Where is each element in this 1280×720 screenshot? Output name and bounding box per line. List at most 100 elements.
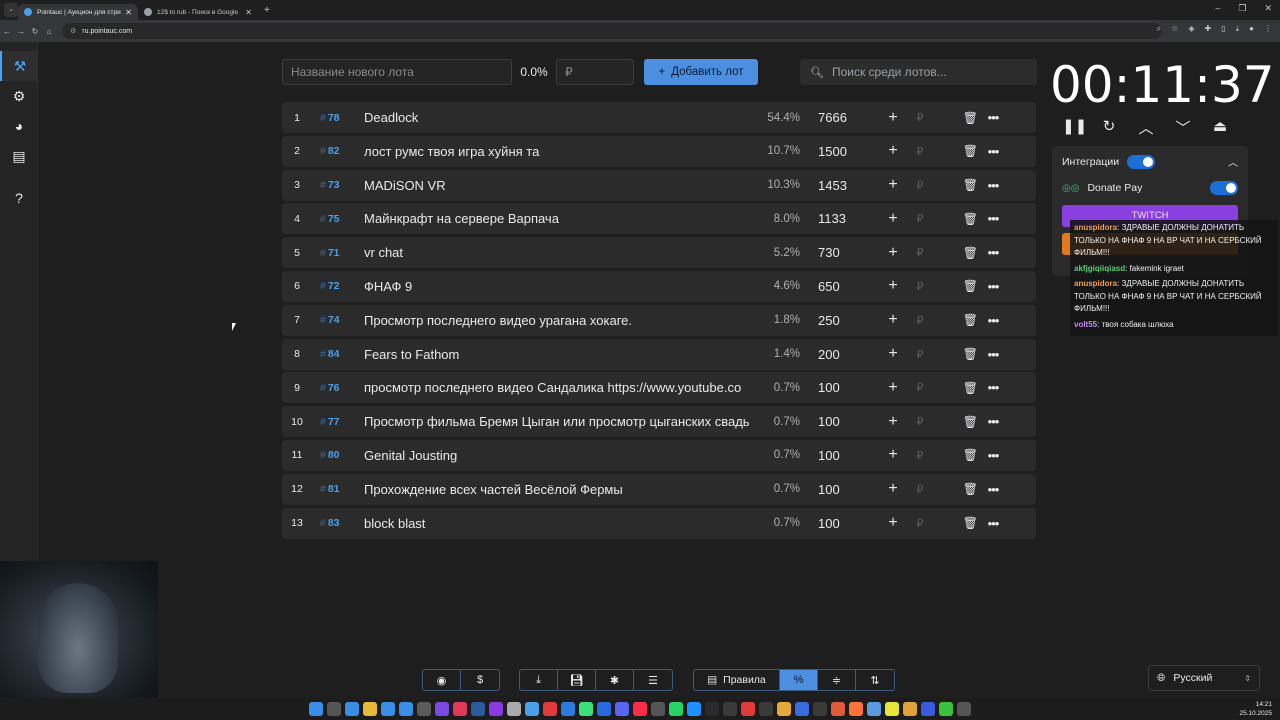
add-amount-icon[interactable]: + (878, 480, 908, 498)
language-select[interactable]: 🌐︎ Русский ⇕ (1148, 665, 1260, 691)
chevron-up-icon[interactable]: ︿ (1228, 154, 1238, 169)
pause-icon[interactable]: ❚❚ (1062, 117, 1087, 138)
lot-name[interactable]: Просмотр фильма Бремя Цыган или просмотр… (364, 414, 756, 429)
delete-trash-icon[interactable]: 🗑︎ (932, 482, 978, 496)
auction-gavel-icon[interactable]: ⚒ (0, 51, 38, 81)
delete-trash-icon[interactable]: 🗑︎ (932, 415, 978, 429)
browser-tab-1[interactable]: 12$ to rub - Поиск в Google ✕ (138, 4, 258, 20)
taskbar-app-icon[interactable] (633, 702, 647, 716)
add-amount-icon[interactable]: + (878, 514, 908, 532)
lot-search-input[interactable]: 🔍︎ Поиск среди лотов... (800, 59, 1037, 85)
wheel-pie-icon[interactable]: ◕ (0, 111, 38, 141)
reload-icon[interactable]: ↻ (28, 27, 42, 36)
taskbar-app-icon[interactable] (543, 702, 557, 716)
taskbar-app-icon[interactable] (741, 702, 755, 716)
close-tab-icon[interactable]: ✕ (125, 8, 132, 17)
taskbar-app-icon[interactable] (885, 702, 899, 716)
delete-trash-icon[interactable]: 🗑︎ (932, 516, 978, 530)
increase-time-icon[interactable]: ︿ (1136, 117, 1156, 138)
taskbar-app-icon[interactable] (453, 702, 467, 716)
lot-name[interactable]: Просмотр последнего видео урагана хокаге… (364, 313, 756, 328)
lot-row[interactable]: 3 #73 MADiSON VR 10.3% 1453 + ₽ 🗑︎ ••• (282, 169, 1036, 201)
taskbar-app-icon[interactable] (795, 702, 809, 716)
donate-dollar-icon[interactable]: $ (461, 670, 499, 690)
history-clipboard-icon[interactable]: ▤ (0, 141, 38, 171)
close-tab-icon[interactable]: ✕ (245, 8, 252, 17)
close-window-icon[interactable]: ✕ (1264, 3, 1272, 14)
profile-icon[interactable]: ● (1249, 24, 1254, 34)
taskbar-app-icon[interactable] (327, 702, 341, 716)
save-icon[interactable]: 💾︎ (558, 670, 596, 690)
rules-button[interactable]: ▤ Правила (694, 670, 780, 690)
taskbar-app-icon[interactable] (867, 702, 881, 716)
taskbar-app-icon[interactable] (363, 702, 377, 716)
add-amount-icon[interactable]: + (878, 277, 908, 295)
lot-name[interactable]: Fears to Fathom (364, 347, 756, 362)
more-dots-icon[interactable]: ••• (978, 110, 1008, 125)
lot-amount[interactable]: 100 (818, 482, 878, 497)
delete-trash-icon[interactable]: 🗑︎ (932, 111, 978, 125)
taskbar-app-icon[interactable] (345, 702, 359, 716)
forward-icon[interactable]: → (14, 27, 28, 36)
lot-amount[interactable]: 100 (818, 516, 878, 531)
taskbar-app-icon[interactable] (417, 702, 431, 716)
more-dots-icon[interactable]: ••• (978, 347, 1008, 362)
lot-row[interactable]: 4 #75 Майнкрафт на сервере Варпача 8.0% 1133… (282, 203, 1036, 235)
taskbar-app-icon[interactable] (471, 702, 485, 716)
menu-icon[interactable]: ⋮ (1264, 24, 1272, 34)
lot-amount[interactable]: 7666 (818, 110, 878, 125)
lot-name[interactable]: Майнкрафт на сервере Варпача (364, 211, 756, 226)
lot-amount[interactable]: 650 (818, 279, 878, 294)
add-amount-icon[interactable]: + (878, 109, 908, 127)
compact-icon[interactable]: ≑ (818, 670, 856, 690)
add-amount-icon[interactable]: + (878, 446, 908, 464)
download-icon[interactable]: ⤓ (1236, 24, 1240, 34)
taskbar-app-icon[interactable] (777, 702, 791, 716)
decrease-time-icon[interactable]: ﹀ (1173, 117, 1193, 138)
taskbar-app-icon[interactable] (561, 702, 575, 716)
lot-row[interactable]: 11 #80 Genital Jousting 0.7% 100 + ₽ 🗑︎ ••• (282, 439, 1036, 471)
more-dots-icon[interactable]: ••• (978, 448, 1008, 463)
lot-amount[interactable]: 100 (818, 448, 878, 463)
add-amount-icon[interactable]: + (878, 311, 908, 329)
taskbar-app-icon[interactable] (669, 702, 683, 716)
lot-amount[interactable]: 100 (818, 414, 878, 429)
taskbar-app-icon[interactable] (579, 702, 593, 716)
taskbar-app-icon[interactable] (939, 702, 953, 716)
add-amount-icon[interactable]: + (878, 345, 908, 363)
lot-amount[interactable]: 1133 (818, 211, 878, 226)
lot-row[interactable]: 8 #84 Fears to Fathom 1.4% 200 + ₽ 🗑︎ ••• (282, 338, 1036, 370)
taskbar-app-icon[interactable] (597, 702, 611, 716)
lot-row[interactable]: 2 #82 лост румс твоя игра хуйня та 10.7% 150… (282, 135, 1036, 167)
delete-trash-icon[interactable]: 🗑︎ (932, 381, 978, 395)
lot-name[interactable]: MADiSON VR (364, 178, 756, 193)
lot-row[interactable]: 9 #76 просмотр последнего видео Сандалика … (282, 372, 1036, 404)
lot-name[interactable]: Genital Jousting (364, 448, 756, 463)
lot-name[interactable]: ФНАФ 9 (364, 279, 756, 294)
add-amount-icon[interactable]: + (878, 176, 908, 194)
delete-trash-icon[interactable]: 🗑︎ (932, 144, 978, 158)
delete-trash-icon[interactable]: 🗑︎ (932, 279, 978, 293)
lot-row[interactable]: 10 #77 Просмотр фильма Бремя Цыган или про… (282, 406, 1036, 438)
taskbar-app-icon[interactable] (957, 702, 971, 716)
home-icon[interactable]: ⌂ (42, 27, 56, 36)
lot-amount[interactable]: 1453 (818, 178, 878, 193)
lot-row[interactable]: 6 #72 ФНАФ 9 4.6% 650 + ₽ 🗑︎ ••• (282, 270, 1036, 302)
add-amount-icon[interactable]: + (878, 142, 908, 160)
maximize-icon[interactable]: ❐ (1238, 3, 1246, 14)
bookmark-star-icon[interactable]: ☆ (1171, 24, 1178, 34)
more-dots-icon[interactable]: ••• (978, 516, 1008, 531)
more-dots-icon[interactable]: ••• (978, 414, 1008, 429)
sort-icon[interactable]: ⇅ (856, 670, 894, 690)
taskbar-app-icon[interactable] (687, 702, 701, 716)
lot-amount[interactable]: 1500 (818, 144, 878, 159)
lot-row[interactable]: 1 #78 Deadlock 54.4% 7666 + ₽ 🗑︎ ••• (282, 102, 1036, 133)
delete-trash-icon[interactable]: 🗑︎ (932, 246, 978, 260)
donatepay-toggle[interactable] (1210, 181, 1238, 195)
tab-search-button[interactable]: ⌄ (4, 3, 18, 17)
lot-amount-input[interactable] (556, 59, 634, 85)
back-icon[interactable]: ← (0, 27, 14, 36)
lot-amount[interactable]: 100 (818, 380, 878, 395)
lot-name[interactable]: Прохождение всех частей Весёлой Фермы (364, 482, 756, 497)
address-bar[interactable]: ⚙ ru.pointauc.com (62, 23, 1162, 39)
